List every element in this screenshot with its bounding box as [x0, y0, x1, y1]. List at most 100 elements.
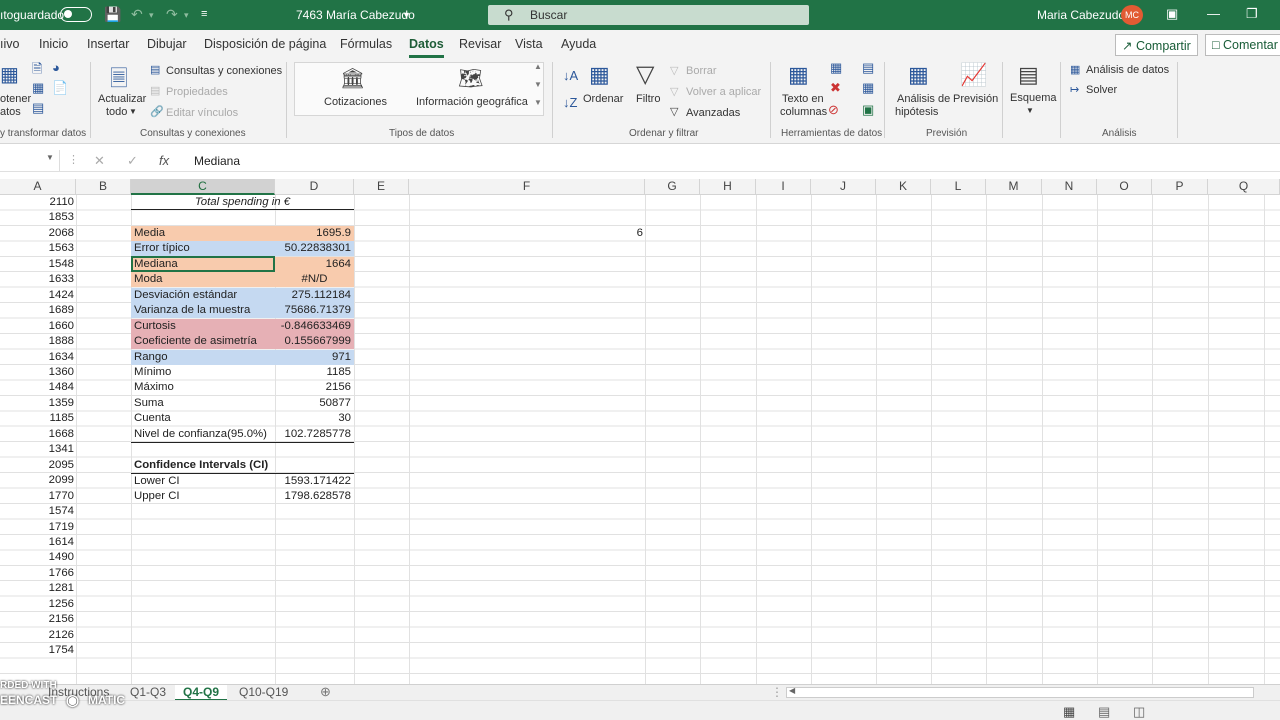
remove-duplicates-icon[interactable]: ✖	[830, 80, 841, 96]
gallery-down-icon[interactable]: ▼	[534, 80, 542, 89]
cell-a[interactable]: 1256	[0, 597, 74, 612]
tab-inicio[interactable]: Inicio	[39, 37, 68, 51]
stats-value[interactable]: 1185	[275, 365, 354, 380]
customize-toolbar-icon[interactable]: ≡	[201, 8, 207, 20]
relationships-icon[interactable]: ▦	[862, 80, 874, 96]
filter-button[interactable]: Filtro	[636, 93, 660, 105]
from-text-icon[interactable]: 🗎	[32, 60, 42, 82]
stats-value[interactable]: 0.155667999	[275, 334, 354, 349]
cell-f[interactable]: 6	[580, 226, 643, 241]
stats-label[interactable]: Desviación estándar	[131, 288, 275, 303]
stats-value[interactable]: #N/D	[275, 272, 354, 287]
stats-value[interactable]: -0.846633469	[275, 319, 354, 334]
cell-a[interactable]: 1754	[0, 643, 74, 658]
cell-a[interactable]: 2099	[0, 473, 74, 488]
column-header-e[interactable]: E	[354, 179, 409, 195]
column-header-p[interactable]: P	[1152, 179, 1208, 195]
data-analysis-button[interactable]: Análisis de datos	[1086, 64, 1169, 76]
column-header-l[interactable]: L	[931, 179, 986, 195]
sort-button[interactable]: Ordenar	[583, 93, 623, 105]
stats-label[interactable]: Rango	[131, 350, 275, 365]
column-header-h[interactable]: H	[700, 179, 756, 195]
title-chevron-down-icon[interactable]: ▼	[402, 10, 411, 20]
clear-button[interactable]: Borrar	[686, 65, 717, 77]
properties-button[interactable]: Propiedades	[166, 86, 228, 98]
stats-value[interactable]: 102.7285778	[275, 427, 354, 443]
stats-value[interactable]: 275.112184	[275, 288, 354, 303]
cell-a[interactable]: 1614	[0, 535, 74, 550]
save-icon[interactable]: 💾	[104, 6, 121, 23]
get-data-label-2[interactable]: atos	[0, 106, 21, 118]
sheet-tab-q1-q3[interactable]: Q1-Q3	[130, 685, 166, 701]
stats-label[interactable]: Coeficiente de asimetría	[131, 334, 275, 349]
tab-ayuda[interactable]: Ayuda	[561, 37, 596, 51]
gallery-up-icon[interactable]: ▲	[534, 62, 542, 71]
get-data-label-1[interactable]: otener	[0, 93, 31, 105]
consolidate-icon[interactable]: ▤	[862, 60, 874, 76]
insert-function-icon[interactable]: fx	[159, 153, 169, 168]
tab-datos[interactable]: Datos	[409, 37, 444, 58]
cell-a[interactable]: 1359	[0, 396, 74, 411]
outline-chevron-down-icon[interactable]: ▼	[1026, 106, 1034, 115]
cell-a[interactable]: 1185	[0, 411, 75, 426]
column-header-n[interactable]: N	[1042, 179, 1097, 195]
cell-a[interactable]: 1668	[0, 427, 74, 442]
undo-icon[interactable]: ↶	[131, 6, 143, 23]
cell-a[interactable]: 2095	[0, 458, 74, 473]
cell-a[interactable]: 2126	[0, 628, 74, 643]
tab-archivo[interactable]: ıivo	[0, 37, 19, 51]
stats-value[interactable]: 971	[275, 350, 354, 365]
tab-disposicion[interactable]: Disposición de página	[204, 37, 326, 51]
formula-bar-grip-icon[interactable]: ⋮	[68, 153, 79, 166]
tab-vista[interactable]: Vista	[515, 37, 543, 51]
column-header-a[interactable]: A	[0, 179, 76, 195]
column-header-d[interactable]: D	[275, 179, 354, 195]
column-header-g[interactable]: G	[645, 179, 700, 195]
stats-value[interactable]: 75686.71379	[275, 303, 354, 318]
column-header-i[interactable]: I	[756, 179, 811, 195]
stats-value[interactable]: 1664	[275, 257, 354, 272]
recent-sources-icon[interactable]: 📄	[52, 80, 68, 96]
stats-label[interactable]: Cuenta	[131, 411, 275, 426]
existing-connections-icon[interactable]: ▤	[32, 100, 44, 116]
cell-a[interactable]: 1634	[0, 350, 74, 365]
column-header-k[interactable]: K	[876, 179, 931, 195]
ci-lower-value[interactable]: 1593.171422	[275, 474, 354, 489]
name-box-chevron-down-icon[interactable]: ▼	[46, 153, 54, 162]
refresh-chevron-down-icon[interactable]: ▼	[129, 107, 137, 116]
stats-label[interactable]: Error típico	[131, 241, 275, 256]
stats-label[interactable]: Máximo	[131, 380, 275, 395]
data-validation-icon[interactable]: ⊘	[828, 102, 839, 118]
cancel-icon[interactable]: ✕	[94, 153, 105, 169]
cell-a[interactable]: 1766	[0, 566, 74, 581]
stats-label[interactable]: Mínimo	[131, 365, 275, 380]
cell-a[interactable]: 1633	[0, 272, 74, 287]
what-if-label-1[interactable]: Análisis de	[897, 93, 950, 105]
ci-upper-label[interactable]: Upper CI	[131, 489, 275, 504]
stats-value[interactable]: 30	[275, 411, 354, 426]
cell-a[interactable]: 1719	[0, 520, 74, 535]
add-sheet-icon[interactable]: ⊕	[320, 685, 331, 701]
cell-a[interactable]: 1360	[0, 365, 74, 380]
search-input[interactable]: ⚲ Buscar	[488, 5, 809, 25]
stats-label[interactable]: Nivel de confianza(95.0%)	[131, 427, 275, 443]
tab-revisar[interactable]: Revisar	[459, 37, 501, 51]
share-button[interactable]: ↗ Compartir	[1115, 34, 1198, 56]
redo-icon[interactable]: ↷	[166, 6, 178, 23]
cell-a[interactable]: 1281	[0, 581, 74, 596]
cell-a[interactable]: 2068	[0, 226, 74, 241]
normal-view-icon[interactable]: ▦	[1063, 704, 1075, 720]
column-header-b[interactable]: B	[76, 179, 131, 195]
redo-dropdown-icon[interactable]: ▾	[184, 10, 189, 21]
cell-a[interactable]: 1574	[0, 504, 74, 519]
reapply-button[interactable]: Volver a aplicar	[686, 86, 761, 98]
cell-a[interactable]: 1490	[0, 550, 74, 565]
avatar[interactable]: MC	[1121, 5, 1143, 25]
cell-a[interactable]: 1888	[0, 334, 74, 349]
ci-title[interactable]: Confidence Intervals (CI)	[131, 458, 354, 474]
stats-label[interactable]: Moda	[131, 272, 275, 287]
page-layout-icon[interactable]: ▤	[1098, 704, 1110, 720]
formula-input[interactable]: Mediana	[194, 154, 240, 168]
name-box[interactable]: ▼	[0, 150, 60, 171]
scroll-left-icon[interactable]: ◀	[789, 686, 795, 695]
